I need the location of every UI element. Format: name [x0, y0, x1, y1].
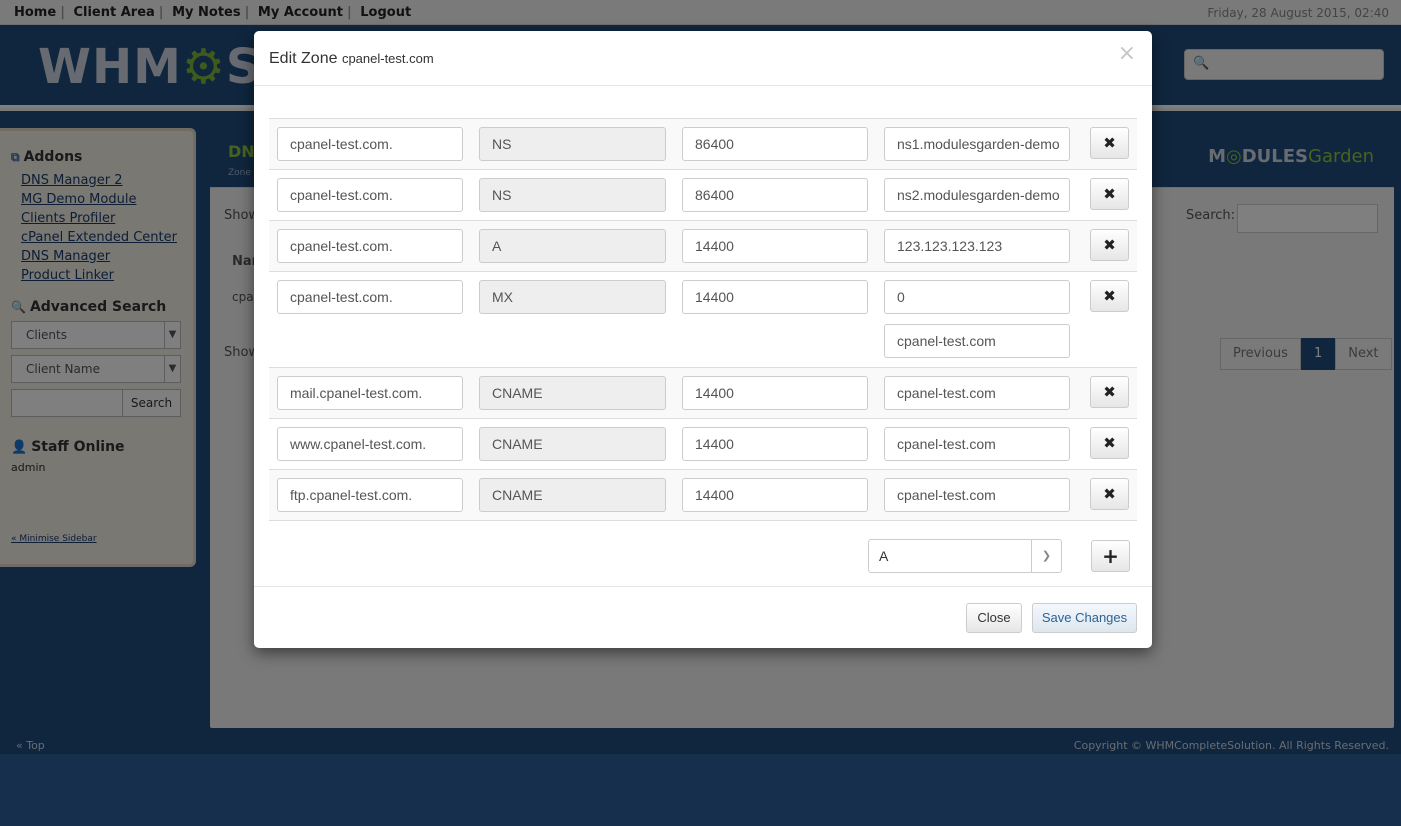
delete-record-button[interactable]: ✖: [1090, 127, 1129, 159]
record-ttl-input[interactable]: 14400: [682, 229, 868, 263]
modal-title: Edit Zone cpanel-test.com: [269, 50, 434, 67]
record-value-input[interactable]: cpanel-test.com: [884, 478, 1070, 512]
edit-zone-modal: Edit Zone cpanel-test.com × cpanel-test.…: [254, 31, 1152, 648]
record-row: cpanel-test.com. MX 14400 0 cpanel-test.com ✖: [269, 272, 1137, 368]
record-host-input[interactable]: ftp.cpanel-test.com.: [277, 478, 463, 512]
delete-record-button[interactable]: ✖: [1090, 376, 1129, 408]
record-row: cpanel-test.com. A 14400 123.123.123.123 ✖: [269, 221, 1137, 272]
zone-records-table: cpanel-test.com. NS 86400 ns1.modulesgarden…: [269, 118, 1137, 521]
modal-footer: Close Save Changes: [254, 586, 1152, 648]
record-host-input[interactable]: cpanel-test.com.: [277, 280, 463, 314]
record-host-input[interactable]: mail.cpanel-test.com.: [277, 376, 463, 410]
new-record-type-select[interactable]: A ❯: [868, 539, 1062, 573]
record-type-field: NS: [479, 127, 666, 161]
record-value-input[interactable]: cpanel-test.com: [884, 427, 1070, 461]
record-type-field: CNAME: [479, 427, 666, 461]
modal-subtitle: cpanel-test.com: [341, 51, 434, 66]
record-host-input[interactable]: cpanel-test.com.: [277, 229, 463, 263]
save-changes-button[interactable]: Save Changes: [1032, 603, 1137, 633]
remove-icon: ✖: [1103, 383, 1116, 401]
record-type-field: NS: [479, 178, 666, 212]
record-ttl-input[interactable]: 14400: [682, 478, 868, 512]
record-host-input[interactable]: cpanel-test.com.: [277, 178, 463, 212]
record-type-field: MX: [479, 280, 666, 314]
record-ttl-input[interactable]: 14400: [682, 280, 868, 314]
delete-record-button[interactable]: ✖: [1090, 478, 1129, 510]
remove-icon: ✖: [1103, 434, 1116, 452]
remove-icon: ✖: [1103, 485, 1116, 503]
record-value-input[interactable]: ns1.modulesgarden-demo: [884, 127, 1070, 161]
close-icon[interactable]: ×: [1118, 41, 1136, 66]
record-ttl-input[interactable]: 14400: [682, 427, 868, 461]
remove-icon: ✖: [1103, 287, 1116, 305]
record-value2-input[interactable]: cpanel-test.com: [884, 324, 1070, 358]
remove-icon: ✖: [1103, 185, 1116, 203]
remove-icon: ✖: [1103, 134, 1116, 152]
remove-icon: ✖: [1103, 236, 1116, 254]
record-row: cpanel-test.com. NS 86400 ns1.modulesgarden…: [269, 119, 1137, 170]
record-ttl-input[interactable]: 14400: [682, 376, 868, 410]
record-value-input[interactable]: ns2.modulesgarden-demo: [884, 178, 1070, 212]
modal-header: Edit Zone cpanel-test.com ×: [254, 31, 1152, 86]
delete-record-button[interactable]: ✖: [1090, 427, 1129, 459]
record-row: www.cpanel-test.com. CNAME 14400 cpanel-tes…: [269, 419, 1137, 470]
record-ttl-input[interactable]: 86400: [682, 127, 868, 161]
record-row: ftp.cpanel-test.com. CNAME 14400 cpanel-tes…: [269, 470, 1137, 521]
add-record-button[interactable]: +: [1091, 540, 1130, 572]
record-host-input[interactable]: cpanel-test.com.: [277, 127, 463, 161]
record-value-input[interactable]: cpanel-test.com: [884, 376, 1070, 410]
record-row: cpanel-test.com. NS 86400 ns2.modulesgarden…: [269, 170, 1137, 221]
record-row: mail.cpanel-test.com. CNAME 14400 cpanel-te…: [269, 368, 1137, 419]
record-value-input[interactable]: 0: [884, 280, 1070, 314]
delete-record-button[interactable]: ✖: [1090, 178, 1129, 210]
delete-record-button[interactable]: ✖: [1090, 229, 1129, 261]
record-type-field: CNAME: [479, 478, 666, 512]
record-type-field: CNAME: [479, 376, 666, 410]
delete-record-button[interactable]: ✖: [1090, 280, 1129, 312]
record-host-input[interactable]: www.cpanel-test.com.: [277, 427, 463, 461]
close-button[interactable]: Close: [966, 603, 1022, 633]
chevron-down-icon: ❯: [1031, 540, 1061, 572]
record-type-field: A: [479, 229, 666, 263]
record-value-input[interactable]: 123.123.123.123: [884, 229, 1070, 263]
record-ttl-input[interactable]: 86400: [682, 178, 868, 212]
